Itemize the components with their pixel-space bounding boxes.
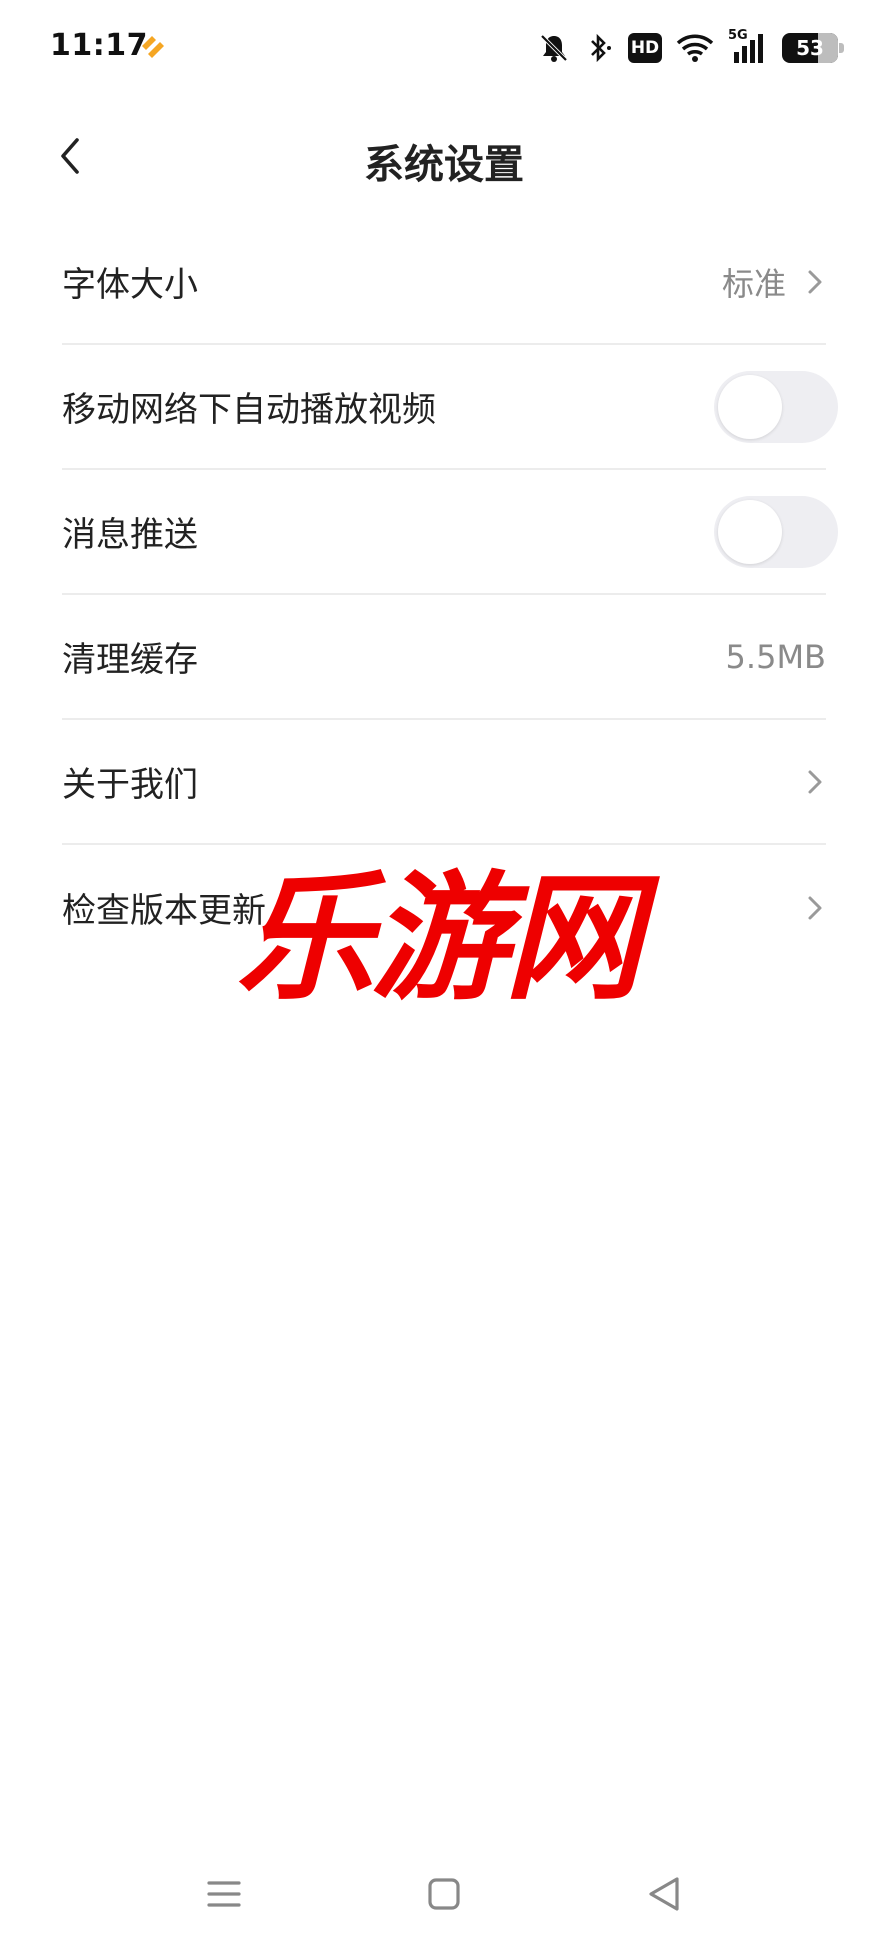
font-size-value: 标准 xyxy=(721,264,786,303)
chevron-right-icon xyxy=(808,270,822,293)
home-icon xyxy=(428,1878,460,1910)
chevron-right-icon xyxy=(808,770,822,793)
setting-label: 关于我们 xyxy=(62,765,198,805)
page-title: 系统设置 xyxy=(364,142,524,188)
chevron-right-icon xyxy=(808,896,822,919)
mute-bell-icon xyxy=(540,34,568,62)
setting-autoplay-video: 移动网络下自动播放视频 xyxy=(62,345,838,470)
cache-size-value: 5.5MB xyxy=(725,637,826,676)
setting-label: 字体大小 xyxy=(62,265,198,305)
signal-5g-icon: 5G xyxy=(728,28,768,64)
battery-level: 53 xyxy=(796,36,824,60)
setting-label: 移动网络下自动播放视频 xyxy=(62,390,436,430)
watermark: 乐游网 xyxy=(236,858,642,1019)
navigation-bar xyxy=(0,1844,888,1954)
autoplay-video-toggle[interactable] xyxy=(714,370,838,443)
status-time: 11:17 xyxy=(50,28,148,63)
menu-icon xyxy=(207,1881,241,1907)
menu-button[interactable] xyxy=(194,1864,254,1924)
setting-push-notifications: 消息推送 xyxy=(62,470,838,595)
hd-icon: HD xyxy=(628,33,662,63)
back-triangle-icon xyxy=(649,1877,679,1911)
setting-label: 清理缓存 xyxy=(62,640,198,680)
bluetooth-icon xyxy=(591,33,611,63)
wifi-icon xyxy=(676,34,714,62)
battery-icon: 53 xyxy=(782,33,844,63)
home-button[interactable] xyxy=(414,1864,474,1924)
setting-about-us[interactable]: 关于我们 xyxy=(62,720,826,845)
status-bar: 11:17 HD 5G 53 xyxy=(0,0,888,100)
toggle-knob xyxy=(718,499,782,564)
header: 系统设置 xyxy=(0,110,888,202)
push-notifications-toggle[interactable] xyxy=(714,495,838,568)
setting-label: 消息推送 xyxy=(62,515,198,555)
settings-screen: 11:17 HD 5G 53 系统设置 字体大小 标准 移动网络下自动播放视频 … xyxy=(0,0,888,1954)
app-notification-icon xyxy=(142,36,164,58)
setting-clear-cache[interactable]: 清理缓存 5.5MB xyxy=(62,595,826,720)
toggle-knob xyxy=(718,374,782,439)
back-nav-button[interactable] xyxy=(634,1864,694,1924)
setting-font-size[interactable]: 字体大小 标准 xyxy=(62,220,826,345)
status-icons: HD 5G 53 xyxy=(538,28,844,68)
